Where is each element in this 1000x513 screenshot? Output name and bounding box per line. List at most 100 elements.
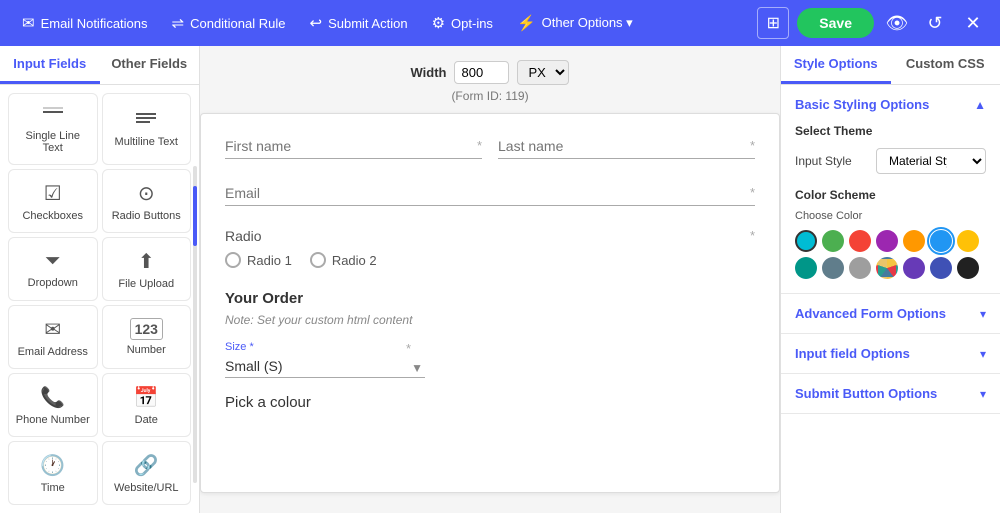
width-unit-select[interactable]: PX % [517,60,569,85]
width-input[interactable] [454,61,509,84]
checkboxes-icon: ☑ [44,181,62,206]
select-theme-label: Select Theme [795,124,986,138]
main-layout: Input Fields Other Fields Single Line Te… [0,46,1000,513]
number-icon: 123 [130,318,163,340]
field-single-line-text[interactable]: Single Line Text [8,93,98,165]
radio-buttons-icon: ⊙ [138,181,155,206]
advanced-form-header[interactable]: Advanced Form Options ▾ [781,294,1000,333]
radio-option-2[interactable]: Radio 2 [310,252,377,268]
field-radio-buttons[interactable]: ⊙ Radio Buttons [102,169,192,233]
tab-style-options[interactable]: Style Options [781,46,891,84]
field-checkboxes[interactable]: ☑ Checkboxes [8,169,98,233]
field-phone-number[interactable]: 📞 Phone Number [8,373,98,437]
tab-input-fields[interactable]: Input Fields [0,46,100,84]
color-dot-orange[interactable] [903,230,925,252]
email-address-icon: ✉ [44,317,61,342]
your-order-title: Your Order [225,290,755,307]
email-icon: ✉ [22,14,35,32]
last-name-input[interactable] [498,134,755,159]
color-scheme-label: Color Scheme [795,188,986,202]
color-dot-cyan[interactable] [795,230,817,252]
nav-item-email-notifications[interactable]: ✉ Email Notifications [12,8,158,38]
tab-custom-css[interactable]: Custom CSS [891,46,1000,84]
radio-circle-2 [310,252,326,268]
close-icon-button[interactable]: ✕ [958,8,988,38]
input-field-chevron: ▾ [980,347,986,361]
width-label: Width [411,65,447,80]
color-dot-red[interactable] [849,230,871,252]
color-dot-deep-purple[interactable] [903,257,925,279]
sidebar-field-grid: Single Line Text Multiline Text ☑ Checkb… [0,85,199,513]
refresh-icon-button[interactable]: ↺ [920,8,950,38]
conditional-icon: ⇌ [172,14,185,32]
phone-number-icon: 📞 [40,385,65,410]
field-email-address[interactable]: ✉ Email Address [8,305,98,369]
field-dropdown[interactable]: ⏷ Dropdown [8,237,98,301]
field-multiline-text[interactable]: Multiline Text [102,93,192,165]
choose-color-label: Choose Color [795,210,986,222]
color-dot-bluegray[interactable] [822,257,844,279]
basic-styling-chevron: ▲ [974,98,986,112]
tab-other-fields[interactable]: Other Fields [100,46,200,84]
sidebar-tabs: Input Fields Other Fields [0,46,199,85]
color-dot-purple[interactable] [876,230,898,252]
radio-section: Radio * Radio 1 Radio 2 [225,228,755,268]
layout-icon-button[interactable]: ⊞ [757,7,789,39]
advanced-form-title: Advanced Form Options [795,306,946,321]
panel-tabs: Style Options Custom CSS [781,46,1000,85]
nav-item-other-options[interactable]: ⚡ Other Options ▾ [507,8,643,38]
section-input-field: Input field Options ▾ [781,334,1000,374]
color-dot-blue-selected[interactable] [930,230,952,252]
input-field-title: Input field Options [795,346,910,361]
radio-option-1[interactable]: Radio 1 [225,252,292,268]
eye-icon-button[interactable]: 👁 [882,8,912,38]
color-dot-yellow[interactable] [957,230,979,252]
color-dot-indigo[interactable] [930,257,952,279]
basic-styling-body: Select Theme Input Style Material Style … [781,124,1000,293]
input-style-select[interactable]: Material Style Classic Style Modern Styl… [876,148,986,174]
nav-item-opt-ins[interactable]: ⚙ Opt-ins [422,8,503,38]
color-dot-green[interactable] [822,230,844,252]
basic-styling-title: Basic Styling Options [795,97,929,112]
field-file-upload[interactable]: ⬆ File Upload [102,237,192,301]
input-field-header[interactable]: Input field Options ▾ [781,334,1000,373]
right-panel: Style Options Custom CSS Basic Styling O… [780,46,1000,513]
field-number[interactable]: 123 Number [102,305,192,369]
section-advanced-form: Advanced Form Options ▾ [781,294,1000,334]
left-sidebar: Input Fields Other Fields Single Line Te… [0,46,200,513]
basic-styling-header[interactable]: Basic Styling Options ▲ [781,85,1000,124]
email-required: * [750,185,755,200]
size-select[interactable]: Small (S) Medium (M) Large (L) [225,355,425,378]
file-upload-icon: ⬆ [138,249,155,274]
nav-item-conditional-rule[interactable]: ⇌ Conditional Rule [162,8,296,38]
nav-actions: ⊞ Save 👁 ↺ ✕ [757,7,988,39]
nav-item-submit-action[interactable]: ↩ Submit Action [300,8,418,38]
size-field-wrap: * Size * Small (S) Medium (M) Large (L) … [225,341,425,378]
field-time[interactable]: 🕐 Time [8,441,98,505]
first-name-input[interactable] [225,134,482,159]
center-area: Width PX % (Form ID: 119) * * [200,46,780,513]
color-dot-gray[interactable] [849,257,871,279]
nav-label-email: Email Notifications [41,16,148,31]
radio-label: Radio [225,228,755,244]
submit-button-header[interactable]: Submit Button Options ▾ [781,374,1000,413]
save-button[interactable]: Save [797,8,874,38]
first-name-required: * [477,138,482,153]
first-name-field: * [225,134,482,159]
website-url-icon: 🔗 [134,453,159,478]
pick-colour-label: Pick a colour [225,394,755,411]
size-dropdown-row: Small (S) Medium (M) Large (L) ▼ [225,355,425,378]
field-website-url[interactable]: 🔗 Website/URL [102,441,192,505]
color-dot-multi[interactable] [876,257,898,279]
other-options-icon: ⚡ [517,14,536,32]
radio-options: Radio 1 Radio 2 [225,252,755,268]
color-dot-teal[interactable] [795,257,817,279]
multiline-text-icon [135,111,157,132]
color-dot-black[interactable] [957,257,979,279]
nav-label-other: Other Options ▾ [542,15,633,31]
advanced-form-chevron: ▾ [980,307,986,321]
form-id: (Form ID: 119) [451,89,528,103]
email-input[interactable] [225,181,755,206]
field-date[interactable]: 📅 Date [102,373,192,437]
your-order-section: Your Order Note: Set your custom html co… [225,290,755,378]
